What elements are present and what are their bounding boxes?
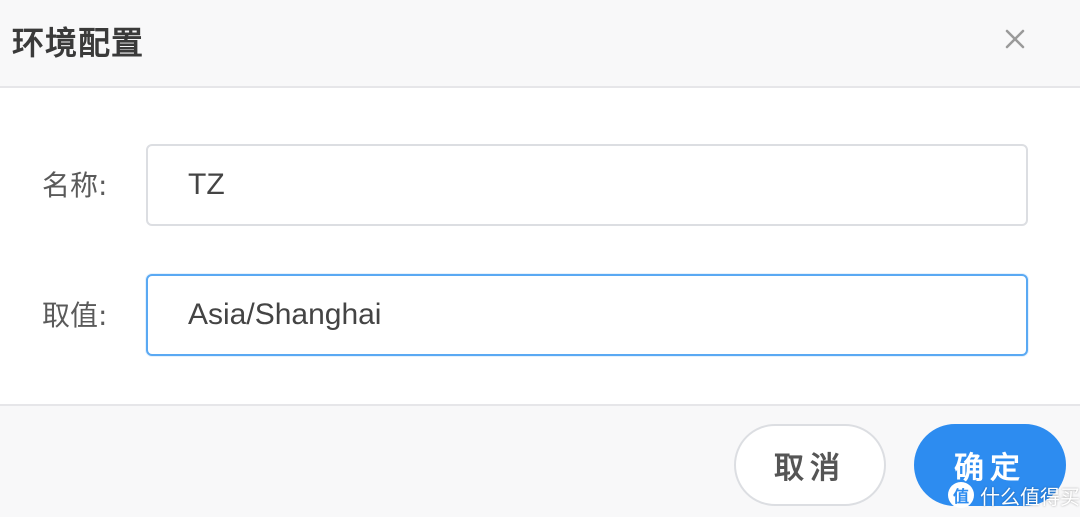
watermark-text: 什么值得买 (980, 484, 1080, 509)
dialog-header: 环境配置 (0, 0, 1080, 88)
name-input[interactable] (146, 144, 1028, 226)
dialog-body: 名称: 取值: (0, 88, 1080, 404)
value-input[interactable] (146, 274, 1028, 356)
close-button[interactable] (998, 22, 1032, 56)
name-label: 名称: (42, 169, 108, 202)
watermark-logo-icon: 值 (948, 482, 974, 508)
env-config-dialog: 环境配置 名称: 取值: 取消 确定 值 什么值得买 (0, 0, 1080, 517)
close-icon (1005, 29, 1025, 49)
watermark: 值 什么值得买 (948, 478, 1080, 512)
dialog-footer: 取消 确定 (0, 404, 1080, 517)
cancel-button[interactable]: 取消 (734, 424, 886, 506)
dialog-title: 环境配置 (12, 24, 145, 62)
value-label: 取值: (42, 299, 108, 332)
